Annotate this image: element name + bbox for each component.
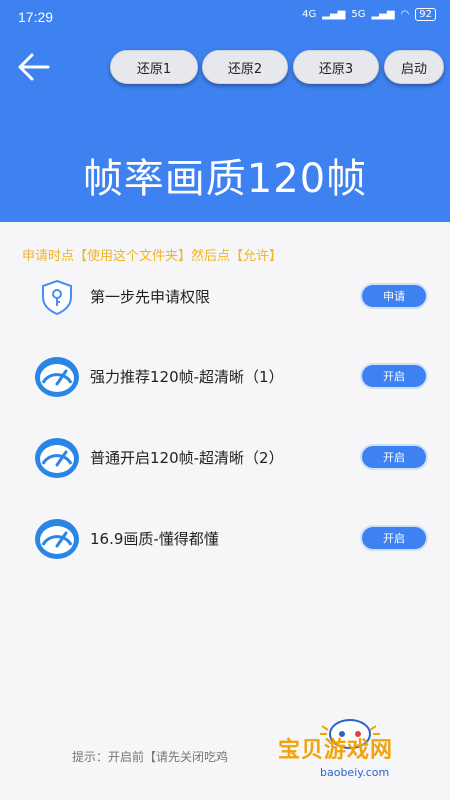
restore3-button[interactable]: 还原3 <box>293 50 379 84</box>
arrow-left-icon[interactable] <box>16 50 52 84</box>
enable-button[interactable]: 开启 <box>362 527 426 549</box>
shield-key-icon <box>42 279 72 316</box>
restore2-button[interactable]: 还原2 <box>202 50 288 84</box>
signal-4g-icon: 4G <box>302 9 317 20</box>
request-button[interactable]: 申请 <box>362 285 426 307</box>
notice-text: 申请时点【使用这个文件夹】然后点【允许】 <box>22 249 283 264</box>
speedometer-icon <box>35 357 79 397</box>
tip-text: 提示：开启前【请先关闭吃鸡 <box>72 750 229 764</box>
enable-button[interactable]: 开启 <box>362 365 426 387</box>
list-item-label: 16.9画质-懂得都懂 <box>90 530 219 548</box>
list-item-label: 第一步先申请权限 <box>90 288 211 306</box>
page-title: 帧率画质120帧 <box>82 156 368 202</box>
speedometer-icon <box>35 438 79 478</box>
status-time: 17:29 <box>18 9 54 25</box>
enable-button[interactable]: 开启 <box>362 446 426 468</box>
signal-bars-icon: ▂▄▆ <box>322 9 346 20</box>
watermark-text: 宝贝游戏网 <box>278 738 394 763</box>
battery-icon: 92 <box>415 8 436 21</box>
signal-5g-icon: 5G <box>351 9 366 20</box>
list-item-option2: 普通开启120帧-超清晰（2） 开启 <box>0 433 450 483</box>
list-item-label: 强力推荐120帧-超清晰（1） <box>90 368 284 386</box>
launch-button[interactable]: 启动 <box>384 50 444 84</box>
status-icons: 4G ▂▄▆ 5G ▂▄▆ ◠ 92 <box>302 8 436 21</box>
list-item-option1: 强力推荐120帧-超清晰（1） 开启 <box>0 352 450 402</box>
status-bar: 17:29 4G ▂▄▆ 5G ▂▄▆ ◠ 92 <box>0 0 450 34</box>
list-item-permission: 第一步先申请权限 申请 <box>0 272 450 322</box>
signal-bars-icon: ▂▄▆ <box>371 9 395 20</box>
list-item-option3: 16.9画质-懂得都懂 开启 <box>0 514 450 564</box>
list-item-label: 普通开启120帧-超清晰（2） <box>90 449 284 467</box>
watermark-url: baobeiy.com <box>320 766 390 779</box>
restore1-button[interactable]: 还原1 <box>110 50 198 84</box>
speedometer-icon <box>35 519 79 559</box>
wifi-icon: ◠ <box>400 9 410 20</box>
